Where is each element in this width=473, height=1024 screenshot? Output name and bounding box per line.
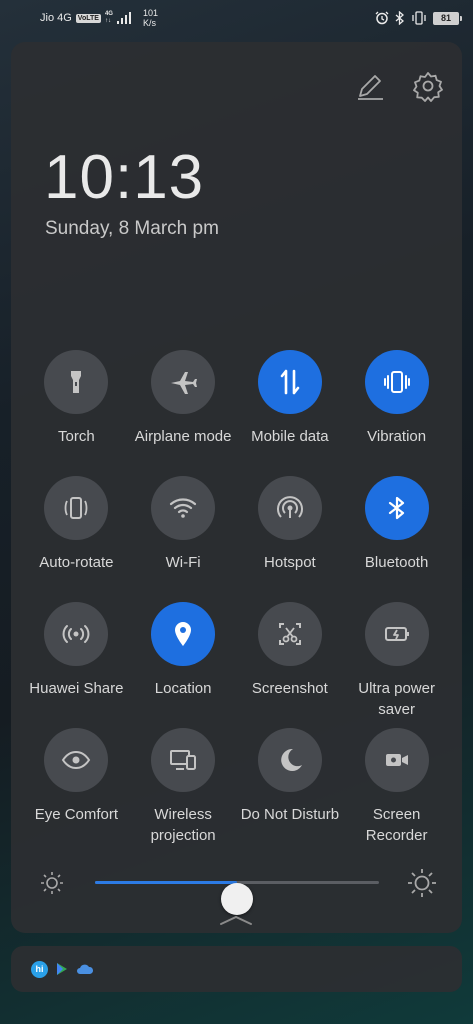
tile-hotspot-button[interactable]: [257, 476, 322, 540]
tile-huawei-share-label: Huawei Share: [29, 680, 124, 697]
tile-auto-rotate[interactable]: Auto-rotate: [23, 476, 130, 602]
network-type-label: 4G: [104, 11, 113, 17]
tile-torch-label: Torch: [58, 428, 95, 445]
tile-ultra-power-saver-button[interactable]: [364, 602, 429, 666]
brightness-thumb[interactable]: [221, 883, 253, 915]
tile-eye-comfort-label: Eye Comfort: [34, 806, 119, 823]
tile-airplane-mode[interactable]: Airplane mode: [130, 350, 237, 476]
tile-eye-comfort-button[interactable]: [44, 728, 109, 792]
tile-screen-recorder-label: Screen Recorder: [365, 806, 428, 844]
quick-settings-panel: 10:13 Sunday, 8 March pm Torch Airplane …: [11, 42, 462, 933]
panel-top-actions: [354, 70, 444, 102]
tile-vibration-label: Vibration: [367, 428, 427, 445]
status-bar: Jio 4G VoLTE 4G ↑↓ 101 K/s 81: [0, 0, 473, 36]
tile-wifi-label: Wi-Fi: [165, 554, 201, 571]
tile-airplane-mode-button[interactable]: [151, 350, 216, 414]
vibrate-icon: [383, 371, 410, 393]
tile-do-not-disturb-button[interactable]: [257, 728, 322, 792]
gear-icon[interactable]: [412, 70, 444, 102]
tile-vibration[interactable]: Vibration: [343, 350, 450, 476]
tile-vibration-button[interactable]: [364, 350, 429, 414]
torch-icon: [71, 371, 82, 393]
signal-icon: [116, 12, 131, 24]
tile-bluetooth-label: Bluetooth: [364, 554, 429, 571]
battery-bolt-icon: [384, 627, 409, 641]
brightness-fill: [95, 881, 237, 884]
tile-location[interactable]: Location: [130, 602, 237, 728]
status-right: 81: [375, 11, 462, 25]
tile-bluetooth[interactable]: Bluetooth: [343, 476, 450, 602]
volte-badge: VoLTE: [75, 13, 101, 23]
wifi-icon: [170, 498, 197, 518]
network-speed-value: 101: [142, 8, 158, 18]
tile-airplane-mode-label: Airplane mode: [134, 428, 232, 445]
tile-eye-comfort[interactable]: Eye Comfort: [23, 728, 130, 854]
tile-do-not-disturb[interactable]: Do Not Disturb: [237, 728, 344, 854]
battery-icon: 81: [433, 11, 462, 25]
hotspot-icon: [276, 496, 303, 518]
tile-wireless-projection-label: Wireless projection: [150, 806, 216, 844]
tile-wifi-button[interactable]: [151, 476, 216, 540]
brightness-high-icon: [408, 869, 436, 897]
tile-hotspot[interactable]: Hotspot: [237, 476, 344, 602]
network-speed: 101 K/s: [143, 8, 158, 28]
tile-auto-rotate-label: Auto-rotate: [39, 554, 114, 571]
tile-hotspot-label: Hotspot: [264, 554, 316, 571]
tile-wifi[interactable]: Wi-Fi: [130, 476, 237, 602]
pencil-icon[interactable]: [354, 70, 386, 102]
brightness-low-icon: [41, 872, 63, 894]
brightness-track[interactable]: [95, 881, 379, 915]
projection-icon: [170, 750, 197, 770]
bluetooth-icon: [388, 496, 404, 520]
tile-location-label: Location: [154, 680, 212, 697]
play-store-icon: [57, 963, 67, 975]
carrier-name: Jio 4G: [40, 12, 72, 24]
tile-ultra-power-saver[interactable]: Ultra power saver: [343, 602, 450, 728]
airplane-icon: [171, 372, 198, 394]
tile-mobile-data[interactable]: Mobile data: [237, 350, 344, 476]
location-pin-icon: [175, 622, 192, 646]
tile-huawei-share-button[interactable]: [44, 602, 109, 666]
mobile-data-icon: [280, 369, 300, 395]
tile-screenshot[interactable]: Screenshot: [237, 602, 344, 728]
network-speed-unit: K/s: [142, 18, 156, 28]
video-camera-icon: [385, 754, 408, 766]
tile-screenshot-button[interactable]: [257, 602, 322, 666]
network-activity: ↑↓: [104, 18, 111, 24]
alarm-icon: [375, 11, 389, 25]
tile-torch-button[interactable]: [44, 350, 109, 414]
tile-huawei-share[interactable]: Huawei Share: [23, 602, 130, 728]
moon-icon: [281, 748, 302, 771]
tile-bluetooth-button[interactable]: [364, 476, 429, 540]
hi-assistant-icon: hi: [31, 960, 48, 978]
tile-screen-recorder[interactable]: Screen Recorder: [343, 728, 450, 854]
brightness-slider[interactable]: [39, 864, 436, 915]
status-left: Jio 4G VoLTE 4G ↑↓ 101 K/s: [40, 8, 158, 28]
auto-rotate-icon: [64, 497, 88, 519]
network-type: 4G ↑↓: [105, 11, 113, 25]
share-waves-icon: [62, 625, 90, 643]
eye-icon: [62, 750, 91, 770]
tile-ultra-power-saver-label: Ultra power saver: [358, 680, 435, 718]
bluetooth-icon: [395, 11, 404, 25]
tile-screen-recorder-button[interactable]: [364, 728, 429, 792]
tile-mobile-data-button[interactable]: [257, 350, 322, 414]
scissors-icon: [278, 623, 301, 645]
tile-location-button[interactable]: [151, 602, 216, 666]
tile-screenshot-label: Screenshot: [251, 680, 328, 697]
cloud-icon: [77, 964, 94, 974]
clock-time[interactable]: 10:13: [44, 142, 204, 213]
tile-mobile-data-label: Mobile data: [251, 428, 329, 445]
tile-wireless-projection-button[interactable]: [151, 728, 216, 792]
tile-wireless-projection[interactable]: Wireless projection: [130, 728, 237, 854]
tile-torch[interactable]: Torch: [23, 350, 130, 476]
quick-settings-grid: Torch Airplane mode Mobile data Vibratio…: [23, 350, 450, 854]
expand-handle[interactable]: [219, 914, 253, 926]
notification-strip[interactable]: hi: [11, 946, 462, 992]
tile-auto-rotate-button[interactable]: [44, 476, 109, 540]
clock-date[interactable]: Sunday, 8 March pm: [45, 218, 219, 240]
vibrate-icon: [412, 11, 426, 25]
tile-do-not-disturb-label: Do Not Disturb: [240, 806, 340, 823]
